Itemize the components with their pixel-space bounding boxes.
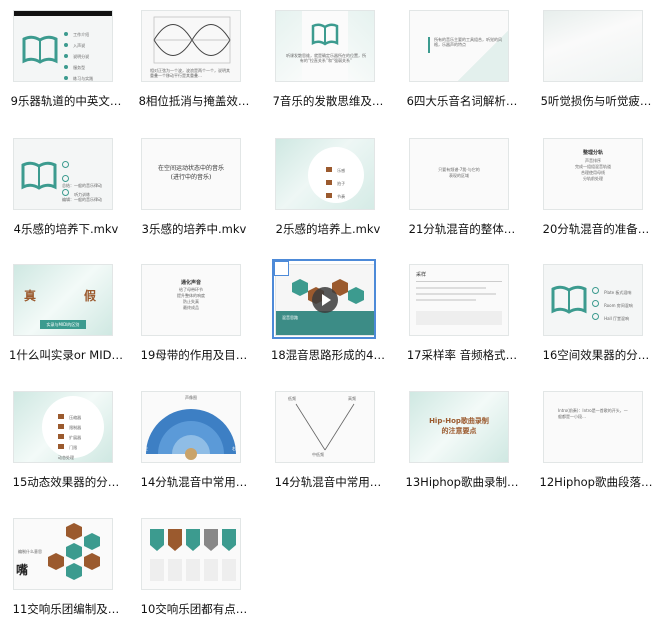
file-name: 20分轨混音的准备…: [542, 222, 650, 236]
thumbnail: [544, 11, 642, 81]
file-item[interactable]: 只要有频谱-7我-与它的 表现的区域 21分轨混音的整体…: [396, 128, 528, 251]
file-item[interactable]: Plate 板式混响 Room 房间混响 Hall 厅堂混响 16空间效果器的分…: [530, 254, 662, 377]
file-item[interactable]: 在空间运动状态中的音乐 (进行中的音乐) 3乐感的培养中.mkv: [128, 128, 260, 251]
thumbnail: Plate 板式混响 Room 房间混响 Hall 厅堂混响: [544, 265, 642, 335]
thumbnail: 只要有频谱-7我-与它的 表现的区域: [410, 139, 508, 209]
thumb-title: 整理分轨: [582, 150, 603, 156]
thumbnail: 采样: [410, 265, 508, 335]
thumbnail: 总结：一般的音乐律动 编辑：一般的音乐律动 听力训练: [14, 139, 112, 209]
thumb-title: 在空间运动状态中的音乐: [157, 165, 224, 172]
file-name: 14分轨混音中常用…: [140, 475, 248, 489]
file-item[interactable]: 整理分轨 声音排序 完成一组组混音轨道 合理使用母线 分轨前处理 20分轨混音的…: [530, 128, 662, 251]
thumbnail: 通化声音 给了母带环节 提升整体的响度 防止失真 最终成品: [142, 265, 240, 335]
file-item[interactable]: 编制什么意思 嘴 11交响乐团编制及…: [0, 508, 132, 631]
thumbnail: 真 假 实录与MIDI的区别: [14, 265, 112, 335]
file-name: 10交响乐团都有点…: [140, 602, 248, 616]
file-item[interactable]: 真 假 实录与MIDI的区别 1什么叫实录or MID…: [0, 254, 132, 377]
thumb-subtitle: (进行中的音乐): [170, 174, 212, 181]
thumb-caption: 所有的音乐主要的工具组合，听觉的风格，乐器声的特点: [434, 37, 502, 47]
file-item[interactable]: 工作介绍 入声说 说明分说 服务型 练习与实践 9乐器轨道的中英文…: [0, 0, 132, 123]
file-name: 5听觉损伤与听觉疲…: [540, 94, 652, 108]
file-item[interactable]: 通化声音 给了母带环节 提升整体的响度 防止失真 最终成品 19母带的作用及目…: [128, 254, 260, 377]
book-icon: [551, 285, 587, 314]
file-item-selected[interactable]: 混音思路 18混音思路形成的4…: [262, 254, 394, 377]
thumbnail: 所有的音乐主要的工具组合，听觉的风格，乐器声的特点: [410, 11, 508, 81]
book-icon: [21, 161, 57, 190]
thumb-title: 采样: [416, 272, 427, 278]
thumbnail: 听课发散思维，就是确定乐器所在的位置，所有的“拉直关系”和“强弱关系”: [276, 11, 374, 81]
file-name: 6四大乐音名词解析…: [406, 94, 518, 108]
book-icon: [22, 35, 58, 64]
file-name: 15动态效果器的分…: [12, 475, 120, 489]
file-item[interactable]: 低频 高频 中低频 14分轨混音中常用…: [262, 381, 394, 504]
v-shape-diagram: [295, 403, 355, 451]
file-item[interactable]: Hip-Hop歌曲录制 的注意要点 13Hiphop歌曲录制…: [396, 381, 528, 504]
file-name: 7音乐的发散思维及…: [272, 94, 384, 108]
thumbnail: [142, 519, 240, 589]
file-name: 21分轨混音的整体…: [408, 222, 516, 236]
thumbnail: Intro(前奏)：Intro是一首歌的开头，一般都是一小段…: [544, 392, 642, 462]
file-item[interactable]: 5听觉损伤与听觉疲…: [530, 0, 662, 123]
file-name: 14分轨混音中常用…: [274, 475, 382, 489]
file-name: 2乐感的培养上.mkv: [275, 222, 381, 236]
stereo-field-diagram: [146, 409, 236, 460]
hexagon-cluster: [48, 523, 100, 580]
file-item[interactable]: 10交响乐团都有点…: [128, 508, 260, 631]
thumbnail: 声像图 左 右: [142, 392, 240, 462]
file-name: 1什么叫实录or MID…: [9, 348, 123, 362]
file-name: 8相位抵消与掩盖效…: [138, 94, 250, 108]
file-item[interactable]: Intro(前奏)：Intro是一首歌的开头，一般都是一小段… 12Hiphop…: [530, 381, 662, 504]
file-item[interactable]: 总结：一般的音乐律动 编辑：一般的音乐律动 听力训练 4乐感的培养下.mkv: [0, 128, 132, 251]
file-item[interactable]: 听课发散思维，就是确定乐器所在的位置，所有的“拉直关系”和“强弱关系” 7音乐的…: [262, 0, 394, 123]
file-name: 19母带的作用及目…: [140, 348, 248, 362]
thumbnail: 相对正弦为一个波，波浪是两个一个，说明其重叠一个移动平行是其重叠…: [142, 11, 240, 81]
thumb-title: 通化声音: [180, 280, 201, 286]
thumbnail: 编制什么意思 嘴: [14, 519, 112, 589]
thumb-caption: 相对正弦为一个波，波浪是两个一个，说明其重叠一个移动平行是其重叠…: [150, 68, 230, 78]
file-name: 3乐感的培养中.mkv: [141, 222, 247, 236]
thumbnail: 乐感 拍子 节奏: [276, 139, 374, 209]
thumb-title: Hip-Hop歌曲录制: [429, 417, 489, 425]
thumbnail: 在空间运动状态中的音乐 (进行中的音乐): [142, 139, 240, 209]
thumbnail: 压缩器 限制器 扩展器 门限 动态处理: [14, 392, 112, 462]
file-name: 12Hiphop歌曲段落…: [539, 475, 653, 489]
thumbnail: Hip-Hop歌曲录制 的注意要点: [410, 392, 508, 462]
file-name: 17采样率 音频格式…: [406, 348, 518, 362]
file-name: 4乐感的培养下.mkv: [13, 222, 119, 236]
thumbnail: 工作介绍 入声说 说明分说 服务型 练习与实践: [14, 11, 112, 81]
thumb-caption: 表现的区域: [449, 173, 469, 178]
file-name: 16空间效果器的分…: [542, 348, 650, 362]
thumbnail: 整理分轨 声音排序 完成一组组混音轨道 合理使用母线 分轨前处理: [544, 139, 642, 209]
thumb-caption: Intro(前奏)：Intro是一首歌的开头，一般都是一小段…: [558, 408, 628, 419]
thumb-word-fake: 假: [84, 289, 97, 303]
file-grid: 工作介绍 入声说 说明分说 服务型 练习与实践 9乐器轨道的中英文… 相对正弦为…: [0, 0, 667, 620]
file-name: 9乐器轨道的中英文…: [10, 94, 122, 108]
file-item[interactable]: 相对正弦为一个波，波浪是两个一个，说明其重叠一个移动平行是其重叠… 8相位抵消与…: [128, 0, 260, 123]
book-icon: [311, 23, 339, 46]
file-name: 13Hiphop歌曲录制…: [405, 475, 519, 489]
file-name: 11交响乐团编制及…: [12, 602, 120, 616]
select-checkbox[interactable]: [274, 261, 289, 276]
file-item[interactable]: 声像图 左 右 14分轨混音中常用…: [128, 381, 260, 504]
thumb-word-real: 真: [24, 289, 37, 303]
file-item[interactable]: 压缩器 限制器 扩展器 门限 动态处理 15动态效果器的分…: [0, 381, 132, 504]
pentagon-row: [150, 529, 236, 581]
file-name: 18混音思路形成的4…: [271, 348, 385, 362]
file-item[interactable]: 乐感 拍子 节奏 2乐感的培养上.mkv: [262, 128, 394, 251]
file-item[interactable]: 所有的音乐主要的工具组合，听觉的风格，乐器声的特点 6四大乐音名词解析…: [396, 0, 528, 123]
thumb-caption: 只要有频谱-7我-与它的: [438, 167, 480, 172]
thumb-caption: 听课发散思维，就是确定乐器所在的位置，所有的“拉直关系”和“强弱关系”: [286, 53, 366, 63]
thumb-subtitle: 的注意要点: [441, 427, 477, 435]
file-item[interactable]: 采样 17采样率 音频格式…: [396, 254, 528, 377]
thumbnail: 低频 高频 中低频: [276, 392, 374, 462]
